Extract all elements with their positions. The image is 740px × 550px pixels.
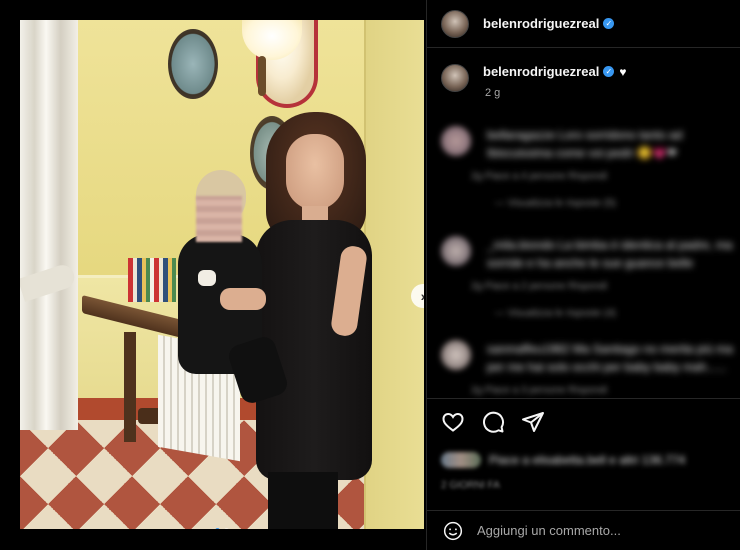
comment-text: _mila.biondo La bimba è identica al padr… (487, 238, 733, 270)
comment-item: _mila.biondo La bimba è identica al padr… (427, 236, 740, 292)
post-photo[interactable]: › (20, 20, 424, 529)
comment-meta[interactable]: 2g Piace a 2 persone Rispondi (471, 281, 737, 292)
avatar[interactable] (441, 126, 471, 156)
photo-woman-hand (220, 288, 266, 310)
caption-row: belenrodriguezreal ✓ ♥ 2 g (427, 48, 740, 99)
comment-bar (427, 510, 740, 550)
photo-lamp-arm (258, 56, 266, 96)
carousel-dots (20, 528, 424, 529)
photo-child-cup (198, 270, 216, 286)
post-sidebar: belenrodriguezreal ✓ belenrodriguezreal … (426, 0, 740, 550)
likes-summary[interactable]: Piace a elisabetta.bell e altri 136.774 (441, 452, 685, 468)
share-send-icon[interactable] (521, 410, 545, 434)
photo-curtain (20, 20, 78, 430)
avatar[interactable] (441, 340, 471, 370)
chevron-right-icon: › (421, 288, 424, 304)
caption-heart-icon: ♥ (619, 64, 627, 79)
avatar[interactable] (441, 9, 469, 38)
photo-table-leg (124, 332, 136, 442)
caption-text: belenrodriguezreal ✓ ♥ 2 g (483, 64, 626, 99)
like-heart-icon[interactable] (441, 410, 465, 434)
carousel-dot (224, 528, 229, 529)
post-date: 2 GIORNI FA (441, 480, 500, 491)
verified-badge-icon: ✓ (603, 66, 615, 77)
verified-badge-icon: ✓ (603, 18, 615, 29)
comment-text: bellaragazze Loro sorridono tanto ad Ibi… (487, 128, 683, 160)
comment-text: sanmaffeu1982 Ma Santiago no merita più … (487, 342, 733, 374)
post-username[interactable]: belenrodriguezreal (483, 16, 599, 31)
comment-input[interactable] (477, 523, 717, 538)
view-replies-link[interactable]: — Visualizza le risposte (5) (495, 198, 616, 209)
comment-item: sanmaffeu1982 Ma Santiago no merita più … (427, 340, 740, 396)
photo-books (128, 258, 176, 302)
comment-meta[interactable]: 2g Piace a 3 persone Rispondi (471, 385, 737, 396)
photo-child-face-pixelated (196, 196, 242, 242)
photo-woman-face (286, 134, 344, 210)
photo-woman-legs (268, 472, 338, 529)
comment-bubble-icon[interactable] (481, 410, 505, 434)
post-header: belenrodriguezreal ✓ (427, 0, 740, 48)
likes-avatars (441, 452, 481, 468)
avatar[interactable] (441, 64, 469, 92)
likes-text: Piace a elisabetta.bell e altri 136.774 (489, 453, 686, 467)
action-bar (441, 410, 545, 434)
post-age: 2 g (485, 87, 501, 99)
avatar[interactable] (441, 236, 471, 266)
caption-line: belenrodriguezreal ✓ ♥ (483, 64, 626, 79)
photo-door (364, 20, 424, 529)
carousel-dot-active (215, 528, 220, 529)
comment-meta[interactable]: 2g Piace a 4 persone Rispondi (471, 171, 737, 182)
view-replies-link[interactable]: — Visualizza le risposte (4) (495, 308, 616, 319)
photo-wall-frame (168, 29, 218, 99)
actions-divider (427, 398, 740, 399)
caption-username[interactable]: belenrodriguezreal (483, 64, 599, 79)
emoji-smiley-icon[interactable] (443, 521, 463, 541)
comment-item: bellaragazze Loro sorridono tanto ad Ibi… (427, 126, 740, 182)
